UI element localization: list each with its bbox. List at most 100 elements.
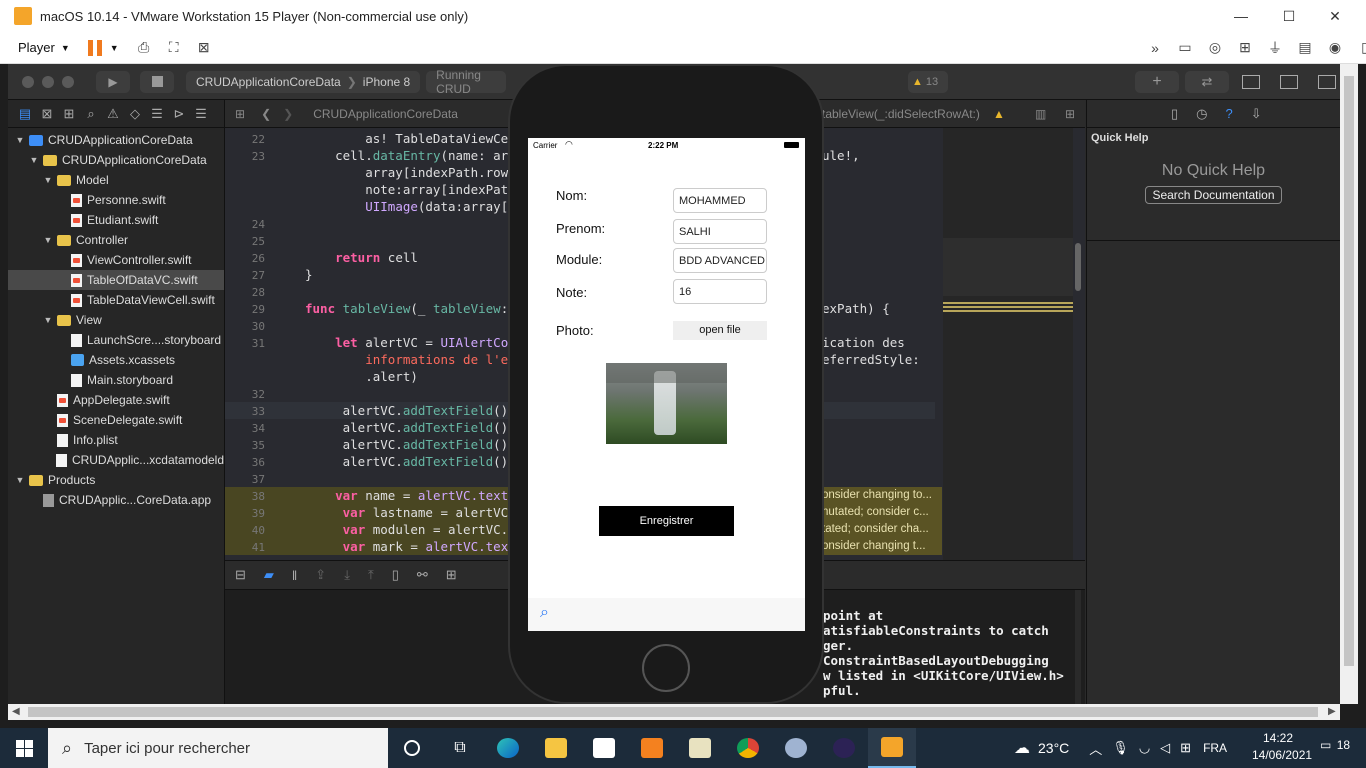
navigator-item[interactable]: Main.storyboard [8,370,224,390]
disclosure-triangle-icon[interactable]: ▼ [14,135,26,145]
library-button[interactable]: + [1135,71,1179,93]
disclosure-triangle-icon[interactable]: ▼ [42,235,54,245]
vmware-vertical-scrollbar[interactable] [1340,64,1358,704]
bottom-search-bar[interactable]: ⌕ [528,598,805,631]
network-icon[interactable]: ⊞ [1234,38,1256,58]
breakpoint-toggle-icon[interactable]: ▰ [264,567,274,583]
sublime-text-icon[interactable] [628,728,676,768]
weather-icon[interactable]: ☁ [1014,738,1030,758]
file-inspector-icon[interactable]: ▯ [1171,106,1178,122]
close-button[interactable]: ✕ [1312,0,1358,32]
navigator-item[interactable]: ▼ Products [8,470,224,490]
debug-area-toggle-icon[interactable] [1280,75,1298,89]
search-icon[interactable]: ⌕ [80,104,102,124]
navigator-toggle-icon[interactable] [1242,75,1260,89]
history-icon[interactable]: ◷ [1196,106,1207,122]
scheme-selector[interactable]: CRUDApplicationCoreData ❯ iPhone 8 [186,70,421,93]
navigator-item[interactable]: TableDataViewCell.swift [8,290,224,310]
unity-icon[interactable]: ⊠ [193,38,215,58]
maximize-button[interactable]: ☐ [1266,0,1312,32]
navigator-item[interactable]: ▼ Controller [8,230,224,250]
clock[interactable]: 14:22 14/06/2021 [1252,731,1312,762]
adjust-editor-icon[interactable]: ▥ [1035,107,1046,121]
network-tray-icon[interactable]: ◡ [1139,740,1150,756]
navigator-item[interactable]: Etudiant.swift [8,210,224,230]
editor-scrollbar[interactable] [1075,243,1081,291]
minimize-button[interactable]: — [1218,0,1264,32]
prenom-field[interactable]: SALHI [673,219,767,244]
postgresql-icon[interactable] [772,728,820,768]
start-button[interactable] [0,728,48,768]
chevron-down-icon[interactable]: ▼ [110,43,119,53]
inspector-toggle-icon[interactable] [1318,75,1336,89]
navigator-item[interactable]: ▼ View [8,310,224,330]
breakpoint-icon[interactable]: ⊳ [168,104,190,124]
vmware-taskbar-icon[interactable] [868,728,916,768]
source-control-icon[interactable]: ⊠ [36,104,58,124]
step-in-icon[interactable]: ⤓ [344,567,350,583]
window-zoom-dot[interactable] [62,75,74,88]
navigator-item[interactable]: ▼ Model [8,170,224,190]
breadcrumb-project[interactable]: CRUDApplicationCoreData [313,107,458,121]
cortana-icon[interactable] [388,728,436,768]
language-indicator[interactable]: FRA [1203,741,1227,755]
pause-debug-icon[interactable]: ‖ [292,568,297,583]
step-over-icon[interactable]: ⇪ [315,567,326,583]
chevron-down-icon[interactable]: ▼ [61,43,70,53]
window-close-dot[interactable] [22,75,34,88]
enregistrer-button[interactable]: Enregistrer [599,506,734,536]
store-icon[interactable] [580,728,628,768]
usb-icon[interactable]: ⏚ [1264,38,1286,58]
quick-help-icon[interactable]: ? [1226,106,1233,121]
volume-icon[interactable]: ◁ [1160,740,1170,756]
microphone-icon[interactable]: 🎙 [1112,740,1129,756]
code-review-button[interactable]: ⇄ [1185,71,1229,93]
nom-field[interactable]: MOHAMMED [673,188,767,213]
warning-icon[interactable]: ▲ [993,107,1005,121]
home-button[interactable] [642,644,690,692]
window-minimize-dot[interactable] [42,75,54,88]
console-scrollbar[interactable] [1075,590,1081,704]
player-menu[interactable]: Player [18,40,55,55]
debug-icon[interactable]: ☰ [146,104,168,124]
view-hierarchy-icon[interactable]: ▯ [392,567,399,583]
chart-app-icon[interactable] [676,728,724,768]
warning-indicator[interactable]: ▲ 13 [908,71,948,93]
back-icon[interactable]: ❮ [261,107,271,121]
attributes-icon[interactable]: ⇩ [1251,106,1262,122]
breadcrumb-method[interactable]: tableView(_:didSelectRowAt:) [822,107,980,121]
disclosure-triangle-icon[interactable]: ▼ [28,155,40,165]
hdd-icon[interactable]: ▭ [1174,38,1196,58]
forward-icon[interactable]: ❯ [283,107,293,121]
run-icon[interactable]: ▶ [96,70,130,93]
macos-guest-screen[interactable]: ▶ CRUDApplicationCoreData ❯ iPhone 8 Run… [8,64,1340,704]
test-icon[interactable]: ◇ [124,104,146,124]
chrome-icon[interactable] [724,728,772,768]
search-icon[interactable]: ⌕ [540,604,549,622]
folder-icon[interactable]: ▤ [14,104,36,124]
cd-icon[interactable]: ◎ [1204,38,1226,58]
task-view-icon[interactable]: ⧉ [436,728,484,768]
navigator-item[interactable]: Personne.swift [8,190,224,210]
navigator-item[interactable]: ▼ CRUDApplicationCoreData [8,150,224,170]
disclosure-triangle-icon[interactable]: ▼ [42,175,54,185]
navigator-item[interactable]: ▼ CRUDApplicationCoreData [8,130,224,150]
hide-debug-icon[interactable]: ⊟ [235,567,246,583]
navigator-item[interactable]: Assets.xcassets [8,350,224,370]
symbol-icon[interactable]: ⊞ [58,104,80,124]
navigator-item[interactable]: AppDelegate.swift [8,390,224,410]
send-ctrl-alt-del-icon[interactable]: ⎙ [133,38,155,58]
search-documentation-button[interactable]: Search Documentation [1145,186,1282,204]
edge-icon[interactable] [484,728,532,768]
pause-icon[interactable] [87,39,102,56]
navigator-item[interactable]: SceneDelegate.swift [8,410,224,430]
navigator-item[interactable]: CRUDApplic...CoreData.app [8,490,224,510]
environment-icon[interactable]: ⊞ [446,567,457,583]
report-icon[interactable]: ☰ [190,104,212,124]
vmware-horizontal-scrollbar[interactable]: ◀ ▶ [8,704,1340,720]
keyboard-icon[interactable]: ⊞ [1180,740,1191,756]
message-icon[interactable]: ▯ [1354,38,1366,58]
iphone-screen[interactable]: Carrier ◠ 2:22 PM Nom: MOHAMMED Prenom: … [528,138,805,631]
note-field[interactable]: 16 [673,279,767,304]
fullscreen-icon[interactable]: ⛶ [163,38,185,58]
